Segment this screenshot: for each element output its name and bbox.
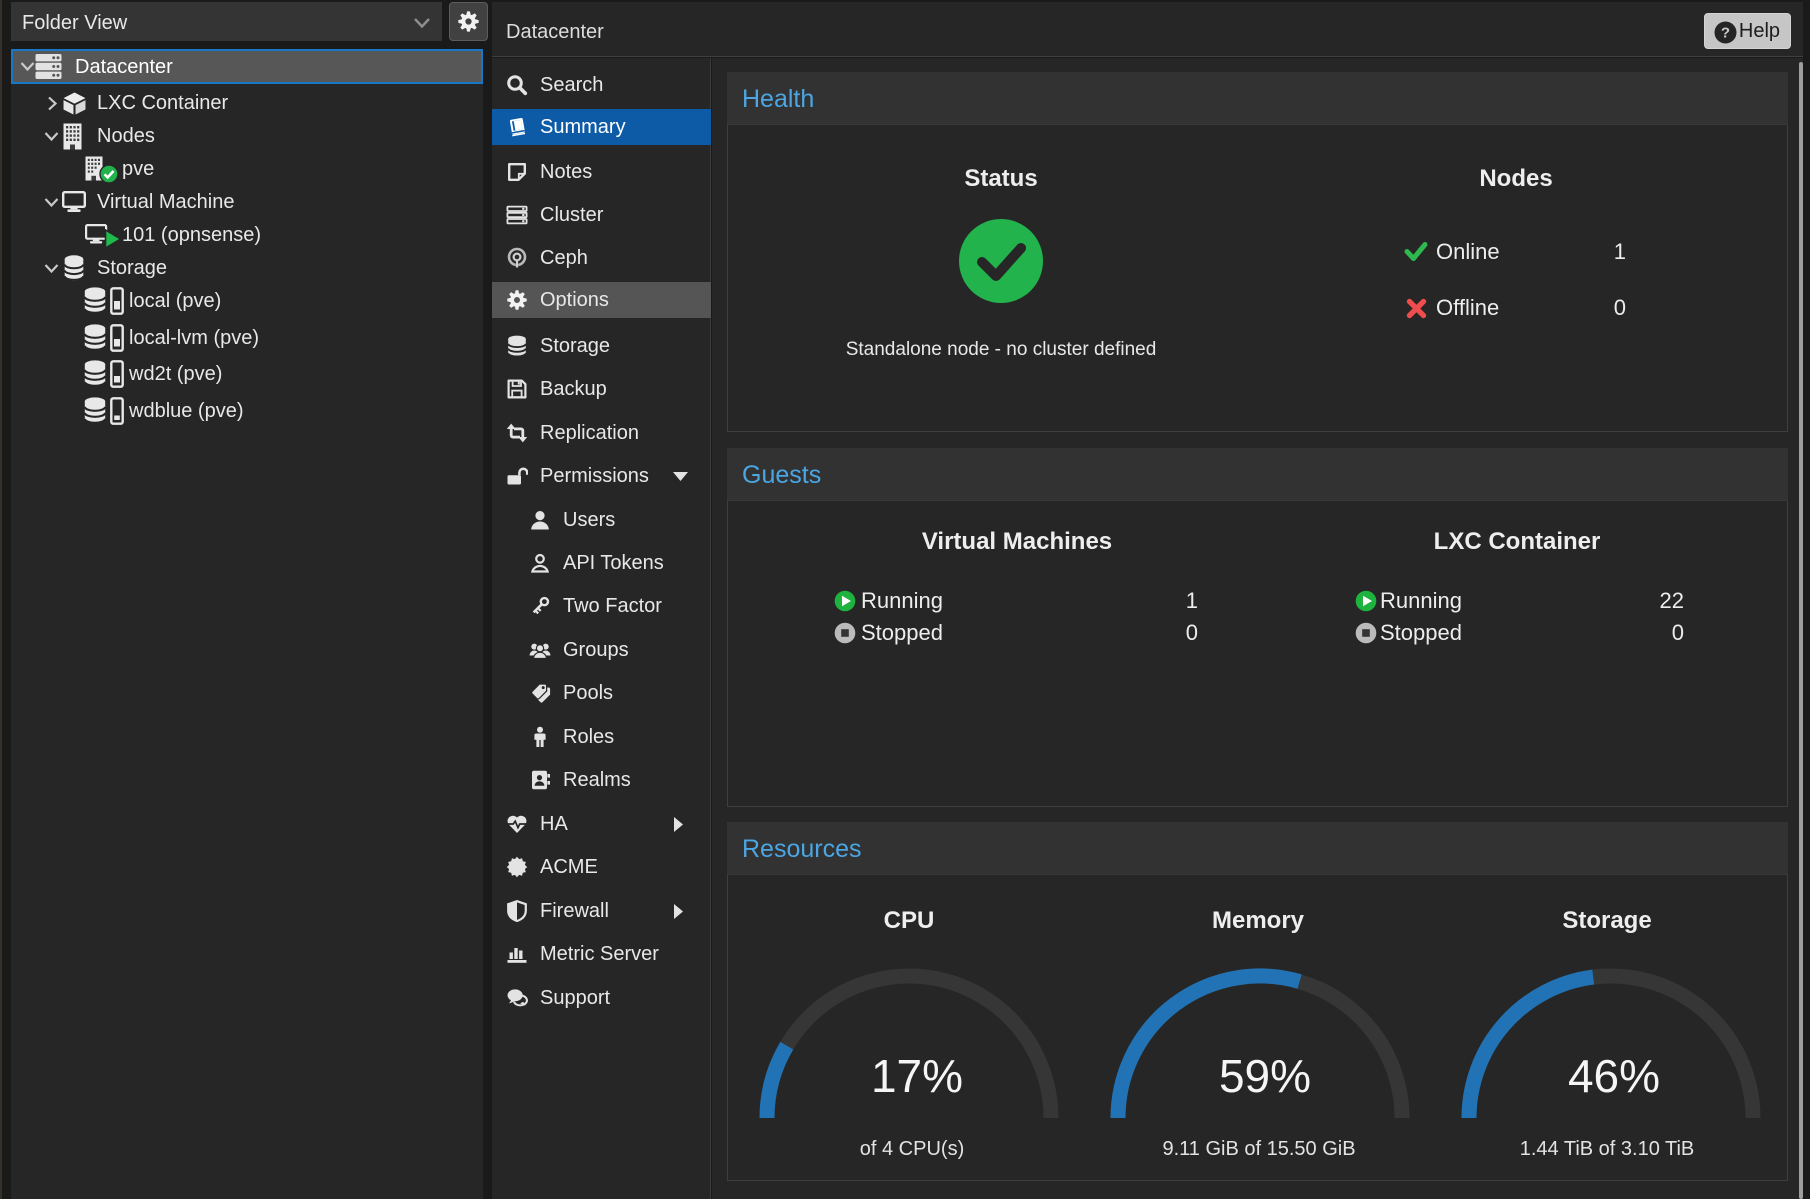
svg-text:?: ? (1721, 24, 1730, 41)
